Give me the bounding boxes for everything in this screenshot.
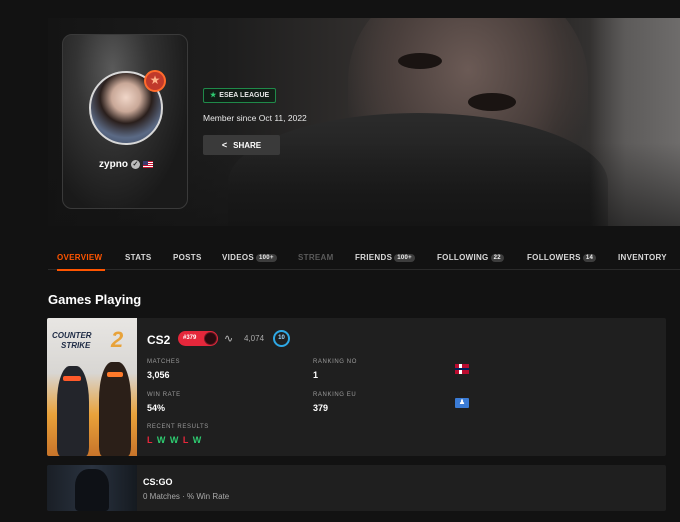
rank-icon [204, 332, 217, 345]
result-win: W [192, 435, 203, 445]
rating-value: #379 [183, 335, 197, 341]
game-stats-summary: 0 Matches · % Win Rate [143, 492, 230, 501]
game-card-csgo[interactable]: CS:GO 0 Matches · % Win Rate [47, 465, 666, 511]
esea-star-icon: ★ [210, 92, 217, 99]
cs2-logo-text: COUNTER [52, 331, 92, 340]
elo-value: 4,074 [244, 334, 265, 343]
cs2-logo-number: 2 [111, 327, 124, 352]
rating-badge: #379 [178, 331, 218, 346]
star-badge-icon: ★ [144, 70, 166, 92]
share-label: SHARE [233, 141, 262, 150]
europe-region-icon: ♟ [455, 398, 469, 408]
count-pill: 22 [490, 254, 504, 262]
cs2-logo-text: STRIKE [61, 341, 91, 350]
share-button[interactable]: < SHARE [203, 135, 280, 155]
tab-label: VIDEOS [222, 253, 255, 262]
profile-tabs: OVERVIEW STATS POSTS VIDEOS 100+ STREAM F… [48, 248, 680, 271]
tab-label: FOLLOWERS [527, 253, 581, 262]
skill-level-icon: 10 [273, 330, 290, 347]
tab-stats[interactable]: STATS [125, 253, 152, 262]
count-pill: 14 [582, 254, 597, 262]
tab-followers[interactable]: FOLLOWERS 14 [527, 253, 597, 262]
win-rate-label: WIN RATE [147, 392, 181, 398]
tab-label: INVENTORY [618, 253, 667, 262]
result-loss: L [182, 435, 190, 445]
result-win: W [156, 435, 167, 445]
matches-label: MATCHES [147, 359, 181, 365]
tab-label: OVERVIEW [57, 253, 103, 262]
profile-card: ★ zypno ✓ [62, 34, 188, 209]
csgo-cover-image [47, 465, 137, 511]
tab-overview[interactable]: OVERVIEW [57, 253, 102, 262]
member-since: Member since Oct 11, 2022 [203, 113, 307, 123]
game-name: CS:GO [143, 477, 173, 487]
tab-label: FOLLOWING [437, 253, 489, 262]
matches-value: 3,056 [147, 370, 170, 380]
share-icon: < [221, 140, 228, 150]
esea-badge-label: ESEA LEAGUE [219, 92, 270, 99]
tab-inventory[interactable]: INVENTORY [618, 253, 667, 262]
tab-following[interactable]: FOLLOWING 22 [437, 253, 504, 262]
esea-league-badge[interactable]: ★ ESEA LEAGUE [203, 88, 277, 103]
win-rate-value: 54% [147, 403, 166, 413]
tab-label: FRIENDS [355, 253, 393, 262]
ranking-no-value: 1 [313, 370, 319, 380]
norway-flag-icon [455, 364, 469, 374]
game-card-cs2[interactable]: COUNTER STRIKE 2 CS2 #379 ∿ 4,074 10 MAT… [47, 318, 666, 456]
tab-videos[interactable]: VIDEOS 100+ [222, 253, 277, 262]
tab-posts[interactable]: POSTS [173, 253, 202, 262]
profile-page: ★ zypno ✓ ★ ESEA LEAGUE Member since Oct 1… [0, 0, 680, 522]
tab-friends[interactable]: FRIENDS 100+ [355, 253, 415, 262]
active-tab-indicator [57, 269, 105, 271]
game-name: CS2 [147, 333, 171, 347]
ranking-eu-label: RANKING EU [313, 392, 357, 398]
section-title: Games Playing [48, 292, 142, 307]
count-pill: 100+ [256, 254, 277, 262]
result-win: W [169, 435, 180, 445]
count-pill: 100+ [394, 254, 415, 262]
recent-results-label: RECENT RESULTS [147, 424, 209, 430]
tab-label: POSTS [173, 253, 202, 262]
recent-results: L W W L W [147, 435, 202, 445]
username-row: zypno ✓ [63, 159, 187, 170]
cs2-cover-image: COUNTER STRIKE 2 [47, 318, 137, 456]
result-loss: L [147, 435, 154, 445]
username: zypno [99, 159, 128, 170]
tab-label: STREAM [298, 253, 334, 262]
us-flag-icon [142, 161, 153, 168]
elo-trend-icon: ∿ [224, 333, 234, 345]
verified-icon: ✓ [130, 160, 140, 169]
ranking-no-label: RANKING NO [313, 359, 358, 365]
tab-label: STATS [125, 253, 152, 262]
ranking-eu-value: 379 [313, 403, 329, 413]
tab-stream[interactable]: STREAM [298, 253, 334, 262]
